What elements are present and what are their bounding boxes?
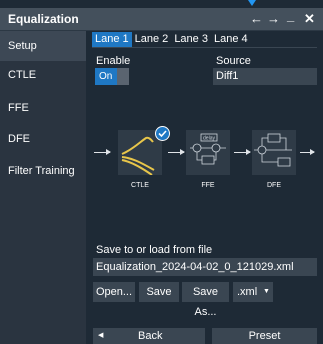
sidebar-item-filter-training[interactable]: Filter Training (0, 156, 86, 186)
title-bar: Equalization ← → _ ✕ (0, 8, 323, 30)
dfe-block-label: DFE (267, 182, 281, 189)
save-as-button[interactable]: Save As... (182, 282, 229, 318)
equalization-dialog: Equalization ← → _ ✕ Setup CTLE FFE DFE … (0, 0, 323, 344)
dfe-block[interactable] (252, 130, 296, 175)
open-button[interactable]: Open... (93, 282, 135, 302)
tab-lane-4[interactable]: Lane 4 (211, 32, 251, 47)
source-label: Source (216, 55, 251, 67)
equalization-block-diagram: CTLE delay FFE DFE (92, 126, 317, 220)
sidebar-item-setup[interactable]: Setup (0, 31, 86, 61)
ffe-delay-text: delay (203, 136, 215, 142)
back-button-label: Back (138, 330, 163, 342)
ctle-block-label: CTLE (131, 182, 149, 189)
arrow-icon (300, 149, 315, 155)
dialog-title: Equalization (8, 12, 79, 26)
format-select[interactable]: .xml ▼ (233, 282, 273, 302)
arrow-icon (94, 149, 111, 155)
enable-toggle-value: On (95, 68, 117, 85)
chevron-down-icon: ▼ (263, 288, 270, 295)
back-triangle-icon: ◀ (98, 332, 104, 339)
arrow-icon (168, 149, 185, 155)
ffe-block[interactable]: delay (186, 130, 230, 175)
close-icon[interactable]: ✕ (304, 8, 315, 30)
dropdown-indicator-icon (248, 0, 256, 6)
tab-lane-3[interactable]: Lane 3 (171, 32, 211, 47)
minimize-icon[interactable]: _ (287, 5, 294, 27)
source-select[interactable]: Diff1 (213, 68, 317, 85)
sidebar-item-ffe[interactable]: FFE (0, 93, 86, 123)
check-icon (155, 126, 170, 141)
file-label: Save to or load from file (96, 244, 213, 256)
ctle-block[interactable] (118, 126, 170, 176)
back-arrow-icon[interactable]: ← (250, 8, 263, 30)
enable-label: Enable (96, 55, 131, 67)
forward-arrow-icon[interactable]: → (267, 8, 280, 30)
format-select-value: .xml (237, 286, 258, 298)
file-path-field[interactable]: Equalization_2024-04-02_0_121029.xml (93, 258, 317, 276)
tab-lane-2[interactable]: Lane 2 (132, 32, 172, 47)
sidebar: Setup CTLE FFE DFE Filter Training (0, 31, 86, 344)
preset-button[interactable]: Preset (212, 328, 317, 344)
back-button[interactable]: ◀ Back (93, 328, 205, 344)
enable-toggle[interactable]: On (95, 68, 129, 85)
sidebar-item-dfe[interactable]: DFE (0, 124, 86, 154)
lane-tabs: Lane 1 Lane 2 Lane 3 Lane 4 (92, 32, 251, 47)
sidebar-item-ctle[interactable]: CTLE (0, 60, 86, 90)
arrow-icon (234, 149, 251, 155)
tab-underline (92, 47, 317, 48)
ffe-block-label: FFE (201, 182, 215, 189)
dfe-diagram-icon (254, 133, 292, 167)
tab-lane-1[interactable]: Lane 1 (92, 32, 132, 47)
save-button[interactable]: Save (139, 282, 179, 302)
ffe-diagram-icon: delay (190, 133, 226, 165)
